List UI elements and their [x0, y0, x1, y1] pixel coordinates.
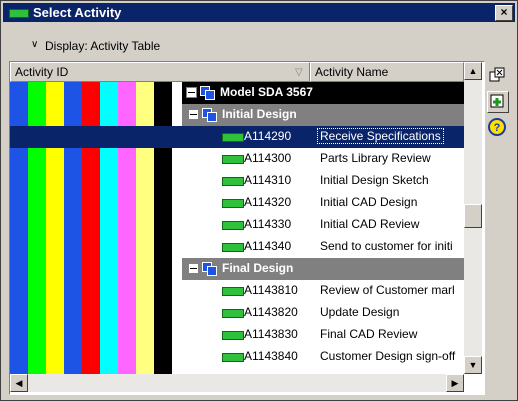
scroll-left-button[interactable]: ◀	[10, 374, 28, 392]
select-activity-dialog: Select Activity × ∨ Display: Activity Ta…	[0, 0, 518, 401]
activity-tree: Model SDA 3567 Initial Design A114290 Recei…	[182, 82, 464, 374]
vertical-scrollbar[interactable]: ▲ ▼	[464, 62, 482, 374]
activity-id: A114340	[244, 239, 292, 253]
display-label: Display: Activity Table	[45, 39, 161, 53]
add-icon	[490, 94, 504, 108]
activity-row[interactable]: A114340 Send to customer for initi	[182, 236, 464, 258]
activity-bar-icon	[222, 353, 244, 362]
activity-id: A1143810	[244, 283, 298, 297]
activity-name: Parts Library Review	[320, 151, 431, 165]
title-bar: Select Activity ×	[3, 3, 515, 22]
help-icon: ?	[488, 118, 506, 136]
activity-icon	[9, 9, 29, 18]
activity-id: A1143820	[244, 305, 298, 319]
dissolve-icon	[489, 67, 505, 82]
activity-bar-icon	[222, 177, 244, 186]
activity-row[interactable]: A1143810 Review of Customer marl	[182, 280, 464, 302]
column-header-label: Activity ID	[15, 65, 69, 79]
activity-bar-icon	[222, 309, 244, 318]
group-label: Initial Design	[222, 107, 297, 121]
activity-name: Final CAD Review	[320, 327, 418, 341]
activity-row[interactable]: A1143840 Customer Design sign-off	[182, 346, 464, 368]
activity-id: A114330	[244, 217, 292, 231]
help-button[interactable]: ?	[487, 117, 507, 137]
selection-stripe	[10, 126, 182, 148]
activity-id: A114320	[244, 195, 292, 209]
scroll-down-button[interactable]: ▼	[464, 356, 482, 374]
filter-icon[interactable]: ▽	[295, 67, 303, 78]
activity-row[interactable]: A114290 Receive Specifications	[182, 126, 464, 148]
activity-id: A114300	[244, 151, 292, 165]
collapse-icon[interactable]	[188, 263, 199, 274]
activity-bar-icon	[222, 243, 244, 252]
scroll-right-button[interactable]: ▶	[446, 374, 464, 392]
activity-name: Receive Specifications	[317, 128, 444, 144]
close-button[interactable]: ×	[495, 5, 513, 21]
horizontal-scrollbar[interactable]: ◀ ▶	[10, 374, 464, 392]
wbs-icon	[200, 86, 215, 100]
activity-row[interactable]: A1143830 Final CAD Review	[182, 324, 464, 346]
activity-bar-icon	[222, 199, 244, 208]
activity-row[interactable]: A1143820 Update Design	[182, 302, 464, 324]
project-label: Model SDA 3567	[220, 85, 313, 99]
chevron-down-icon: ∨	[31, 39, 39, 50]
activity-row[interactable]: A114330 Initial CAD Review	[182, 214, 464, 236]
add-button[interactable]	[487, 91, 509, 113]
wbs-icon	[202, 262, 217, 276]
tree-group-row[interactable]: Initial Design	[182, 104, 464, 126]
activity-name: Send to customer for initi	[320, 239, 453, 253]
column-header-activity-id[interactable]: Activity ID ▽	[10, 62, 310, 82]
activity-bar-icon	[222, 155, 244, 164]
activity-id: A1143840	[244, 349, 298, 363]
activity-id: A1143830	[244, 327, 298, 341]
activity-bar-icon	[222, 331, 244, 340]
dissolve-button[interactable]	[487, 65, 507, 85]
window-title: Select Activity	[33, 5, 122, 20]
group-label: Final Design	[222, 261, 294, 275]
activity-name: Initial CAD Design	[320, 195, 418, 209]
activity-name: Update Design	[320, 305, 400, 319]
activity-id: A114290	[244, 129, 292, 143]
activity-row[interactable]: A114320 Initial CAD Design	[182, 192, 464, 214]
collapse-icon[interactable]	[186, 87, 197, 98]
activity-table: Activity ID ▽ Activity Name Model SDA 35…	[9, 61, 485, 395]
tree-group-row[interactable]: Final Design	[182, 258, 464, 280]
wbs-icon	[202, 108, 217, 122]
activity-bar-icon	[222, 287, 244, 296]
collapse-icon[interactable]	[188, 109, 199, 120]
activity-name: Initial Design Sketch	[320, 173, 429, 187]
tree-project-row[interactable]: Model SDA 3567	[182, 82, 464, 104]
activity-bar-icon	[222, 221, 244, 230]
activity-bar-icon	[222, 133, 244, 142]
column-header-activity-name[interactable]: Activity Name	[310, 62, 464, 82]
scroll-up-button[interactable]: ▲	[464, 62, 482, 80]
scroll-thumb[interactable]	[464, 204, 482, 228]
activity-row[interactable]: A114300 Parts Library Review	[182, 148, 464, 170]
activity-name: Customer Design sign-off	[320, 349, 456, 363]
activity-name: Initial CAD Review	[320, 217, 420, 231]
column-header-label: Activity Name	[315, 65, 389, 79]
activity-row[interactable]: A114310 Initial Design Sketch	[182, 170, 464, 192]
svg-text:?: ?	[494, 122, 501, 134]
activity-name: Review of Customer marl	[320, 283, 455, 297]
activity-id: A114310	[244, 173, 292, 187]
